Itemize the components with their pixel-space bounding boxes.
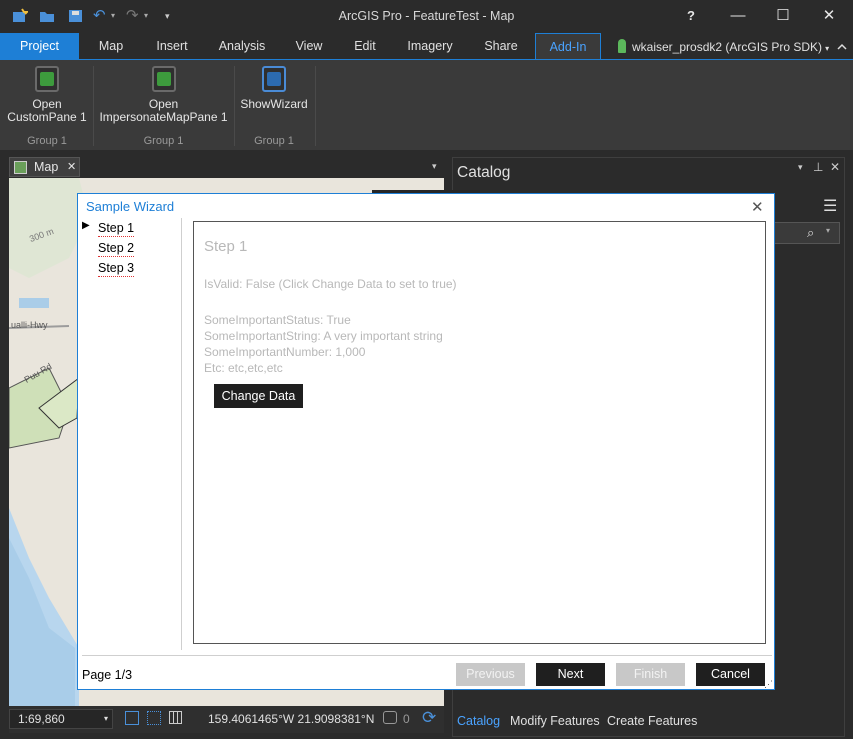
scale-value: 1:69,860: [18, 712, 65, 726]
wizard-footer-divider: [82, 655, 772, 656]
tab-add-in[interactable]: Add-In: [535, 33, 601, 59]
tab-imagery[interactable]: Imagery: [398, 33, 462, 59]
current-step-marker-icon: ▶: [82, 220, 90, 231]
user-dropdown-icon: ▾: [825, 44, 830, 53]
wizard-step-list: ▶ Step 1 Step 2 Step 3: [78, 218, 182, 648]
etc-text: Etc: etc,etc,etc: [204, 361, 283, 375]
coordinates-readout: 159.4061465°W 21.9098381°N: [208, 712, 375, 726]
tab-map[interactable]: Map: [88, 33, 134, 59]
window-title: ArcGIS Pro - FeatureTest - Map: [338, 9, 515, 23]
road-label: ualli-Hwy: [11, 320, 48, 330]
wizard-step-content: Step 1 IsValid: False (Click Change Data…: [193, 221, 766, 644]
wizard-icon: [262, 66, 286, 92]
finish-button[interactable]: Finish: [616, 663, 685, 686]
user-account[interactable]: wkaiser_prosdk2 (ArcGIS Pro SDK) ▾: [618, 39, 829, 54]
search-dropdown-icon: ▾: [826, 226, 831, 235]
previous-button[interactable]: Previous: [456, 663, 525, 686]
title-bar: ↶ ▾ ↷ ▾ ▾ ArcGIS Pro - FeatureTest - Map…: [0, 0, 853, 33]
string-text: SomeImportantString: A very important st…: [204, 329, 443, 343]
map-status-bar: 1:69,860 ▾ 159.4061465°W 21.9098381°N 0 …: [9, 706, 444, 733]
catalog-search-input[interactable]: ⌕ ▾: [773, 222, 840, 244]
group-label: Group 1: [27, 135, 67, 147]
close-map-tab-icon[interactable]: ✕: [67, 160, 76, 173]
tab-catalog[interactable]: Catalog: [457, 714, 500, 728]
group-divider: [93, 66, 94, 146]
wizard-title: Sample Wizard: [86, 199, 175, 214]
tab-analysis[interactable]: Analysis: [210, 33, 274, 59]
selected-count: 0: [403, 712, 410, 726]
tab-view[interactable]: View: [286, 33, 332, 59]
is-valid-text: IsValid: False (Click Change Data to set…: [204, 277, 457, 291]
snapping-icon[interactable]: [125, 711, 139, 725]
group-label: Group 1: [254, 135, 294, 147]
button-label-line1: ShowWizard: [240, 97, 308, 111]
page-indicator: Page 1/3: [82, 668, 133, 682]
button-label-line2: CustomPane 1: [7, 110, 87, 124]
pane-bottom-tabs: Catalog Modify Features Create Features: [452, 711, 845, 733]
grid-icon[interactable]: [169, 711, 182, 724]
close-pane-icon[interactable]: ✕: [830, 160, 840, 174]
catalog-title: Catalog: [457, 164, 511, 181]
user-name: wkaiser_prosdk2 (ArcGIS Pro SDK): [632, 40, 823, 54]
close-icon[interactable]: ✕: [819, 6, 839, 26]
tab-insert[interactable]: Insert: [147, 33, 197, 59]
pane-icon: [151, 66, 176, 92]
map-tab-label: Map: [34, 160, 59, 174]
sample-wizard-dialog: Sample Wizard ✕ ▶ Step 1 Step 2 Step 3 S…: [77, 193, 775, 690]
search-icon: ⌕: [807, 225, 815, 240]
step-item-3[interactable]: Step 3: [98, 261, 135, 277]
tab-share[interactable]: Share: [474, 33, 528, 59]
tab-modify-features[interactable]: Modify Features: [510, 714, 600, 728]
tab-create-features[interactable]: Create Features: [607, 714, 697, 728]
map-pane-dropdown-icon[interactable]: ▾: [432, 161, 437, 172]
catalog-options-icon[interactable]: ▾: [798, 162, 803, 173]
scale-selector[interactable]: 1:69,860 ▾: [9, 709, 113, 729]
step-heading: Step 1: [204, 238, 248, 255]
next-button[interactable]: Next: [536, 663, 605, 686]
show-wizard-button[interactable]: ShowWizard: [238, 66, 310, 111]
resize-grip-icon[interactable]: ⋰: [764, 679, 773, 690]
maximize-icon[interactable]: ☐: [773, 6, 793, 26]
tab-project[interactable]: Project: [0, 33, 79, 59]
scale-dropdown-icon: ▾: [103, 714, 108, 723]
open-custom-pane-button[interactable]: Open CustomPane 1: [6, 66, 88, 124]
tab-edit[interactable]: Edit: [344, 33, 386, 59]
minimize-icon[interactable]: —: [728, 6, 748, 26]
step-item-2[interactable]: Step 2: [98, 241, 135, 257]
status-text: SomeImportantStatus: True: [204, 313, 351, 327]
refresh-icon[interactable]: ⟳: [422, 708, 436, 728]
pin-pane-icon[interactable]: ⊥: [813, 160, 823, 174]
ribbon: Open CustomPane 1 Group 1 Open Impersona…: [0, 59, 853, 150]
help-icon[interactable]: ?: [681, 6, 701, 26]
user-icon: [618, 39, 626, 53]
change-data-button[interactable]: Change Data: [214, 384, 303, 408]
group-divider: [234, 66, 235, 146]
number-text: SomeImportantNumber: 1,000: [204, 345, 366, 359]
pane-icon: [35, 66, 59, 92]
step-item-1[interactable]: Step 1: [98, 221, 135, 237]
group-divider: [315, 66, 316, 146]
navigation-icon[interactable]: [147, 711, 161, 725]
collapse-ribbon-icon[interactable]: [837, 42, 847, 52]
open-impersonate-map-pane-button[interactable]: Open ImpersonateMapPane 1: [98, 66, 229, 124]
selection-icon[interactable]: [383, 711, 397, 724]
menu-icon[interactable]: ☰: [823, 196, 837, 216]
group-label: Group 1: [143, 135, 184, 147]
wizard-divider: [181, 218, 182, 650]
button-label-line2: ImpersonateMapPane 1: [99, 110, 228, 124]
map-tab[interactable]: Map ✕: [9, 157, 80, 177]
cancel-button[interactable]: Cancel: [696, 663, 765, 686]
close-wizard-icon[interactable]: ✕: [751, 198, 764, 216]
map-icon: [14, 161, 27, 174]
